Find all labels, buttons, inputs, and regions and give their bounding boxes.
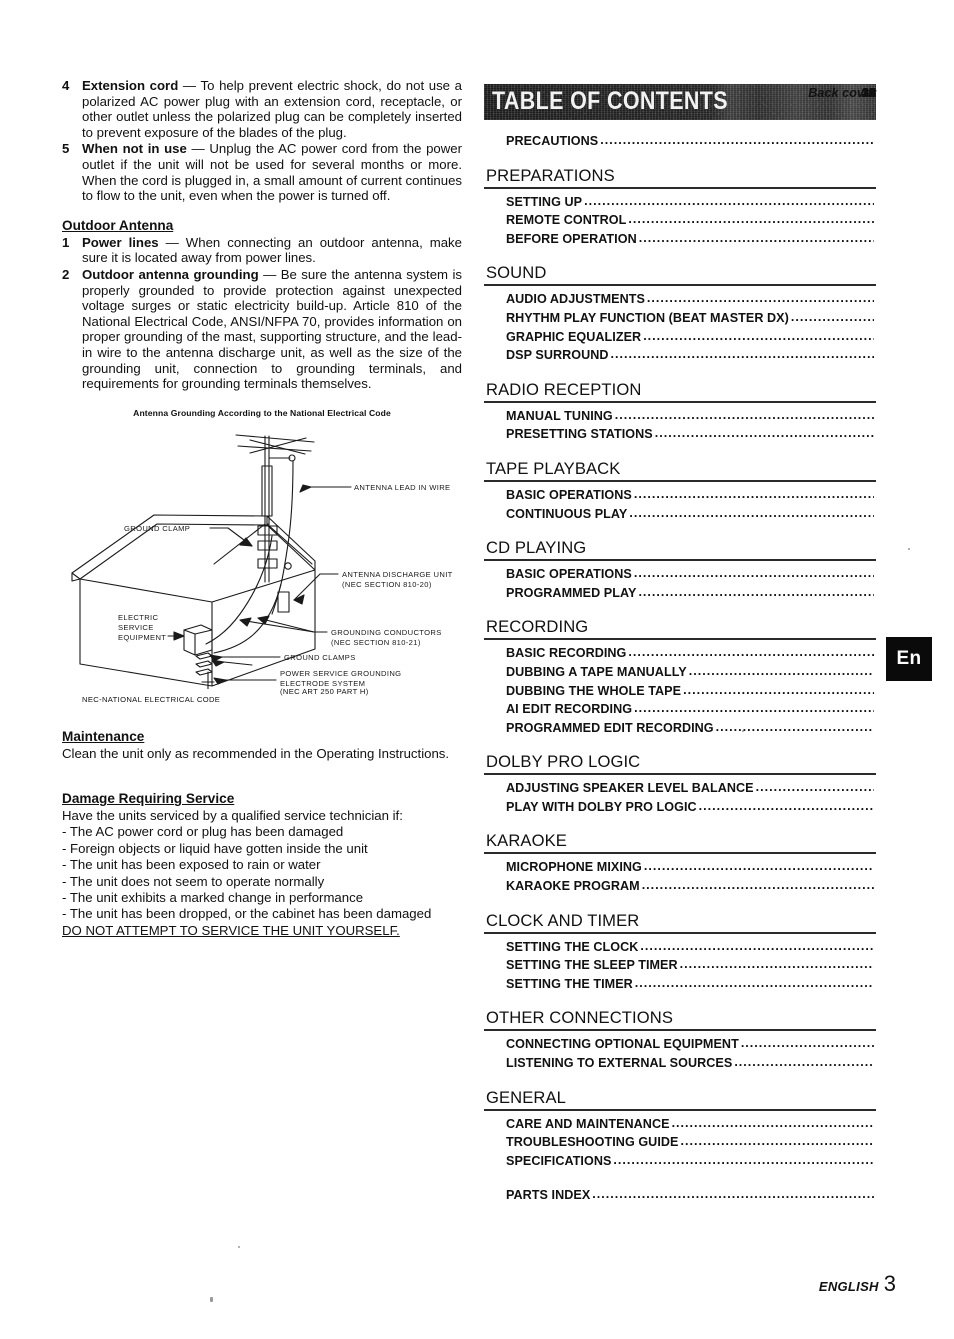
label-power-service-line3: (NEC ART 250 PART H) xyxy=(280,686,369,696)
item-lead: Outdoor antenna grounding xyxy=(82,266,259,282)
antenna-grounding-figure: Antenna Grounding According to the Natio… xyxy=(62,408,462,711)
page-footer: ENGLISH 3 xyxy=(819,1271,896,1297)
item-lead: When not in use xyxy=(82,141,187,157)
label-electric-line2: SERVICE xyxy=(118,623,154,632)
maintenance-heading: Maintenance xyxy=(62,728,145,744)
damage-bullet: - The unit has been exposed to rain or w… xyxy=(62,857,321,873)
item-body: Extension cord — To help prevent electri… xyxy=(82,78,462,140)
numbered-item: 4 Extension cord — To help prevent elect… xyxy=(62,78,462,140)
damage-bullet: - The unit exhibits a marked change in p… xyxy=(62,889,364,905)
antenna-grounding-diagram: ANTENNA LEAD IN WIRE GROUND CLAMP ANTENN… xyxy=(71,434,453,689)
label-power-service-line1: POWER SERVICE GROUNDING xyxy=(280,669,401,678)
left-column: 4 Extension cord — To help prevent elect… xyxy=(62,78,462,939)
label-grounding-conductors-line1: GROUNDING CONDUCTORS xyxy=(331,628,442,637)
scan-speck xyxy=(908,548,910,550)
item-body: Outdoor antenna grounding — Be sure the … xyxy=(82,267,462,392)
item-number: 2 xyxy=(62,266,70,282)
numbered-item: 2 Outdoor antenna grounding — Be sure th… xyxy=(62,267,462,392)
maintenance-text: Clean the unit only as recommended in th… xyxy=(62,745,450,761)
footer-page-number: 3 xyxy=(883,1271,896,1296)
item-body: Power lines — When connecting an outdoor… xyxy=(82,235,462,266)
damage-bullet: - Foreign objects or liquid have gotten … xyxy=(62,840,368,856)
numbered-item: 1 Power lines — When connecting an outdo… xyxy=(62,235,462,266)
scan-speck xyxy=(238,1246,240,1248)
damage-bullet: - The unit has been dropped, or the cabi… xyxy=(62,906,432,922)
table-of-contents: TABLE OF CONTENTS PRECAUTIONS ..........… xyxy=(484,84,876,1205)
toc-entry-parts-index[interactable]: PARTS INDEX ............................… xyxy=(506,86,876,1205)
damage-heading: Damage Requiring Service xyxy=(62,791,235,807)
outdoor-antenna-heading: Outdoor Antenna xyxy=(62,217,174,233)
item-lead: Extension cord xyxy=(82,78,179,93)
label-electric-line1: ELECTRIC xyxy=(118,613,159,622)
damage-intro: Have the units serviced by a qualified s… xyxy=(62,808,403,824)
item-number: 4 xyxy=(62,78,70,93)
figure-footnote: NEC-NATIONAL ELECTRICAL CODE xyxy=(82,694,221,704)
item-number: 1 xyxy=(62,234,70,250)
damage-bullet: - The unit does not seem to operate norm… xyxy=(62,873,325,889)
document-page: 4 Extension cord — To help prevent elect… xyxy=(0,0,954,1339)
language-tab-en: En xyxy=(886,637,932,681)
scan-speck xyxy=(210,1297,213,1302)
numbered-item: 5 When not in use — Unplug the AC power … xyxy=(62,141,462,203)
label-antenna-lead-in-wire: ANTENNA LEAD IN WIRE xyxy=(354,483,450,492)
damage-bullet: - The AC power cord or plug has been dam… xyxy=(62,824,344,840)
label-ground-clamp: GROUND CLAMP xyxy=(124,524,190,533)
figure-caption: Antenna Grounding According to the Natio… xyxy=(133,407,391,418)
label-ground-clamps: GROUND CLAMPS xyxy=(284,653,356,662)
item-lead: Power lines xyxy=(82,234,159,250)
label-antenna-discharge-unit-line2: (NEC SECTION 810-20) xyxy=(342,580,432,589)
label-grounding-conductors-line2: (NEC SECTION 810-21) xyxy=(331,638,421,647)
label-electric-line3: EQUIPMENT xyxy=(118,633,166,642)
item-number: 5 xyxy=(62,141,70,157)
damage-warning: DO NOT ATTEMPT TO SERVICE THE UNIT YOURS… xyxy=(62,922,400,938)
item-text: — Be sure the antenna system is properly… xyxy=(82,266,462,392)
footer-language: ENGLISH xyxy=(818,1279,879,1294)
item-body: When not in use — Unplug the AC power co… xyxy=(82,141,462,203)
toc-parts-index-group: PARTS INDEX ............................… xyxy=(484,86,876,1205)
scan-speck xyxy=(742,730,744,732)
label-antenna-discharge-unit-line1: ANTENNA DISCHARGE UNIT xyxy=(342,570,453,579)
toc-entry-page: Back cover xyxy=(808,86,876,100)
